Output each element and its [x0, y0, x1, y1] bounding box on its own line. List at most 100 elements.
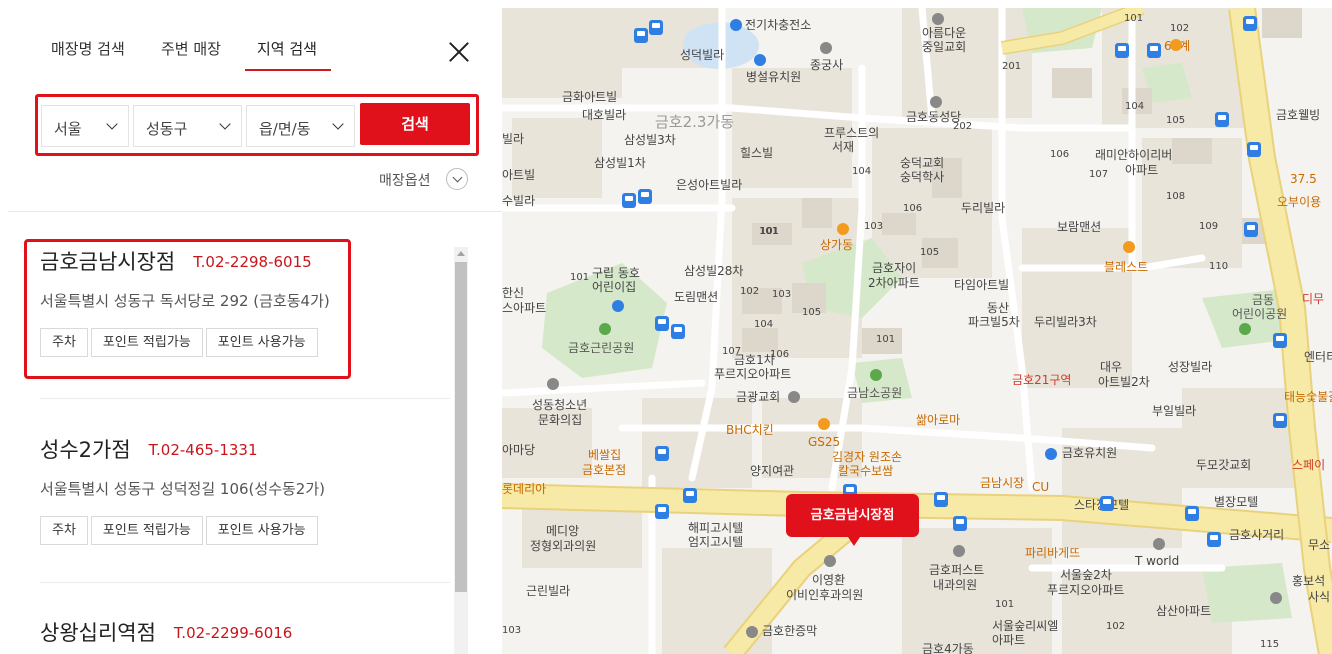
store-phone[interactable]: T.02-2298-6015 [193, 253, 311, 271]
store-item[interactable]: 상왕십리역점 T.02-2299-6016 [40, 617, 450, 647]
convenience-store-icon[interactable] [818, 418, 830, 430]
map-label: 금호한증막 [762, 624, 818, 638]
map-building-number: 103 [864, 221, 884, 232]
store-item[interactable]: 성수2가점 T.02-465-1331 서울특별시 성동구 성덕정길 106(성수… [40, 434, 450, 546]
map-label: 별장모텔 [1214, 495, 1259, 509]
map-label: 양지여관 [750, 464, 795, 478]
park-icon[interactable] [599, 323, 611, 335]
close-icon[interactable] [445, 38, 473, 66]
scroll-thumb[interactable] [455, 262, 467, 592]
bus-stop-icon[interactable] [1273, 333, 1287, 348]
map-label: 무소 [1308, 538, 1331, 552]
bus-stop-icon[interactable] [1207, 532, 1221, 547]
map-label: 아름다운 [922, 26, 967, 40]
scroll-up-arrow-icon[interactable] [457, 251, 465, 256]
selected-store-marker[interactable]: 금호금남시장점 [786, 494, 919, 537]
store-list-scrollbar[interactable] [454, 247, 468, 654]
map-building-number: 104 [754, 319, 774, 330]
bus-stop-icon[interactable] [1244, 222, 1258, 237]
clinic-icon[interactable] [824, 555, 836, 567]
tag-point-use: 포인트 사용가능 [205, 516, 318, 545]
bus-stop-icon[interactable] [1185, 506, 1199, 521]
store-options-toggle-icon[interactable] [446, 168, 468, 190]
map-label: 금호4가동 [922, 642, 974, 654]
map-label: 금광교회 [736, 390, 781, 404]
map-building-number: 109 [1199, 221, 1219, 232]
map-building-number: 107 [1089, 169, 1109, 180]
map-label: 금화아트빌 [562, 90, 618, 104]
clinic-icon[interactable] [953, 545, 965, 557]
ev-charger-icon[interactable] [730, 19, 742, 31]
map-label: 두리빌라 [961, 201, 1006, 215]
telecom-store-icon[interactable] [1153, 538, 1165, 550]
map-district-label: 금호2.3가동 [655, 113, 735, 131]
kindergarten-icon[interactable] [612, 300, 624, 312]
tab-store-name-search[interactable]: 매장명 검색 [51, 38, 125, 59]
map-label: 삼산아파트 [1156, 604, 1212, 618]
bus-stop-icon[interactable] [655, 316, 669, 331]
map-label: 보람맨션 [1057, 220, 1102, 234]
church-icon[interactable] [930, 96, 942, 108]
map-label: 문화의집 [538, 413, 583, 427]
park-icon[interactable] [1239, 323, 1251, 335]
shop-icon[interactable] [837, 223, 849, 235]
map-label: 타임아트빌 [954, 278, 1010, 292]
bus-stop-icon[interactable] [655, 504, 669, 519]
bus-stop-icon[interactable] [638, 189, 652, 204]
tab-region-search[interactable]: 지역 검색 [257, 38, 317, 59]
kindergarten-icon[interactable] [754, 54, 766, 66]
bus-stop-icon[interactable] [953, 516, 967, 531]
map-label: 두모갓교회 [1196, 458, 1252, 472]
map-label: 홍보석 [1292, 574, 1326, 588]
bus-stop-icon[interactable] [649, 20, 663, 35]
chevron-down-icon [219, 118, 231, 130]
parking-icon[interactable] [1270, 592, 1282, 604]
map-building-number: 101 [995, 599, 1015, 610]
map-building-number: 104 [852, 166, 872, 177]
map-building-number: 108 [1166, 191, 1186, 202]
youth-center-icon[interactable] [547, 378, 559, 390]
store-phone[interactable]: T.02-2299-6016 [174, 624, 292, 642]
bus-stop-icon[interactable] [671, 324, 685, 339]
active-tab-indicator [245, 69, 331, 71]
bus-stop-icon[interactable] [655, 446, 669, 461]
restaurant-icon[interactable] [1170, 39, 1182, 51]
tag-point-use: 포인트 사용가능 [205, 328, 318, 357]
store-phone[interactable]: T.02-465-1331 [149, 441, 258, 459]
map-label: 래미안하이리버 [1095, 148, 1173, 162]
store-address: 서울특별시 성동구 성덕정길 106(성수동2가) [40, 480, 325, 498]
store-options-label[interactable]: 매장옵션 [379, 170, 431, 190]
map-label: 두리빌라3차 [1034, 315, 1097, 329]
district-select[interactable]: 성동구 [133, 105, 242, 147]
store-map[interactable]: 전기차충전소 아름다운 중일교회 성덕빌라 종궁사 병설유치원 금화아트빌 대호… [502, 8, 1332, 654]
shop-icon[interactable] [1123, 241, 1135, 253]
church-icon[interactable] [932, 13, 944, 25]
bus-stop-icon[interactable] [683, 488, 697, 503]
map-label: 아트빌 [502, 168, 536, 182]
search-button[interactable]: 검색 [360, 103, 470, 145]
map-label: 힐스빌 [740, 146, 774, 160]
map-label: 금호퍼스트 [929, 563, 985, 577]
sauna-icon[interactable] [746, 626, 758, 638]
bus-stop-icon[interactable] [1100, 496, 1114, 511]
city-select[interactable]: 서울 [41, 105, 129, 147]
tag-point-earn: 포인트 적립가능 [90, 328, 203, 357]
bus-stop-icon[interactable] [1115, 43, 1129, 58]
store-item[interactable]: 금호금남시장점 T.02-2298-6015 서울특별시 성동구 독서당로 292… [40, 246, 450, 358]
bus-stop-icon[interactable] [634, 28, 648, 43]
park-icon[interactable] [870, 369, 882, 381]
church-icon[interactable] [788, 391, 800, 403]
map-label: 파리바게뜨 [1025, 546, 1081, 560]
bus-stop-icon[interactable] [1243, 16, 1257, 31]
bus-stop-icon[interactable] [622, 193, 636, 208]
bus-stop-icon[interactable] [1247, 142, 1261, 157]
kindergarten-icon[interactable] [1045, 448, 1057, 460]
map-building-number: 107 [722, 346, 742, 357]
bus-stop-icon[interactable] [1147, 43, 1161, 58]
bus-stop-icon[interactable] [1273, 413, 1287, 428]
temple-icon[interactable] [820, 42, 832, 54]
town-select[interactable]: 읍/면/동 [246, 105, 355, 147]
tab-nearby-stores[interactable]: 주변 매장 [161, 38, 221, 59]
bus-stop-icon[interactable] [1215, 112, 1229, 127]
bus-stop-icon[interactable] [934, 492, 948, 507]
